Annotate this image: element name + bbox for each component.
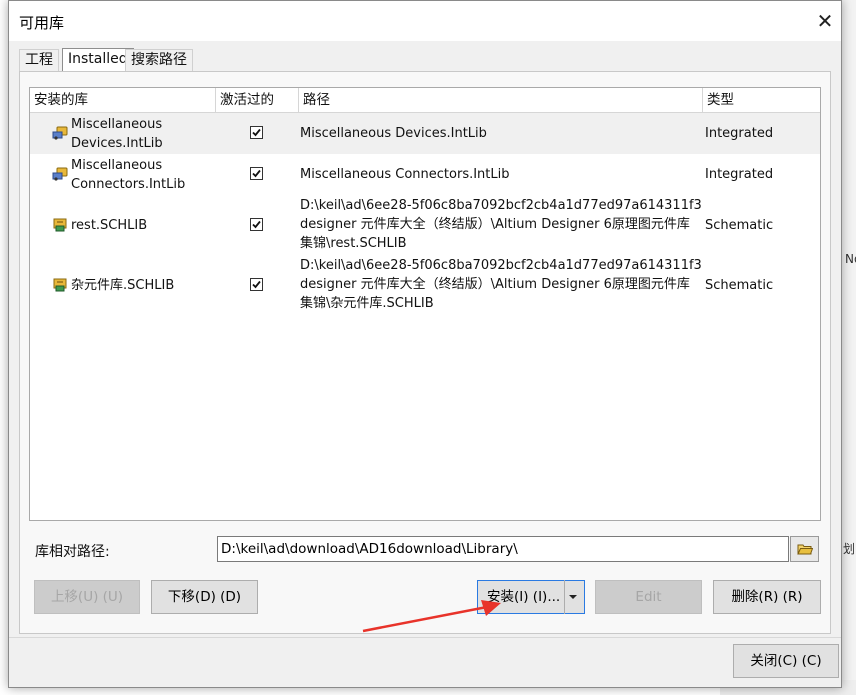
edit-button[interactable]: Edit <box>595 580 702 614</box>
tab-installed[interactable]: Installed <box>62 48 134 72</box>
table-row[interactable]: Miscellaneous Devices.IntLib Miscellaneo… <box>30 113 820 154</box>
footer-divider <box>9 637 841 638</box>
move-up-button[interactable]: 上移(U) (U) <box>34 580 140 614</box>
table-row[interactable]: Miscellaneous Connectors.IntLib Miscella… <box>30 154 820 195</box>
library-path: Miscellaneous Devices.IntLib <box>300 126 487 141</box>
title-bar: 可用库 ✕ <box>9 1 841 41</box>
background-text: 划 <box>843 542 856 556</box>
table-row[interactable]: rest.SCHLIB D:\keil\ad\6ee28-5f06c8ba709… <box>30 195 820 255</box>
library-name: 杂元件库.SCHLIB <box>71 278 175 293</box>
library-name: rest.SCHLIB <box>71 218 148 233</box>
activated-checkbox[interactable] <box>250 167 263 180</box>
background-text: No <box>845 252 856 266</box>
schlib-icon <box>52 277 68 293</box>
column-header-type[interactable]: 类型 <box>703 88 820 112</box>
close-button[interactable]: 关闭(C) (C) <box>733 644 839 678</box>
activated-checkbox[interactable] <box>250 278 263 291</box>
column-header-activated[interactable]: 激活过的 <box>216 88 299 112</box>
schlib-icon <box>52 217 68 233</box>
library-type: Schematic <box>705 278 774 293</box>
move-down-button[interactable]: 下移(D) (D) <box>151 580 258 614</box>
available-libraries-dialog: 可用库 ✕ 工程 Installed 搜索路径 安装的库 激活过的 路径 类型 … <box>8 0 842 688</box>
activated-checkbox[interactable] <box>250 218 263 231</box>
library-path: Miscellaneous Connectors.IntLib <box>300 167 510 182</box>
list-header: 安装的库 激活过的 路径 类型 <box>30 88 820 113</box>
remove-button[interactable]: 删除(R) (R) <box>713 580 821 614</box>
library-name: Miscellaneous Connectors.IntLib <box>71 158 186 192</box>
relative-path-label: 库相对路径: <box>35 544 110 560</box>
background-app-right-edge: No 划 <box>840 0 856 695</box>
library-type: Integrated <box>705 126 774 141</box>
library-name: Miscellaneous Devices.IntLib <box>71 117 163 151</box>
intlib-icon <box>52 166 68 182</box>
table-row[interactable]: 杂元件库.SCHLIB D:\keil\ad\6ee28-5f06c8ba709… <box>30 255 820 315</box>
column-header-library[interactable]: 安装的库 <box>30 88 216 112</box>
folder-open-icon <box>797 542 814 560</box>
library-path: D:\keil\ad\6ee28-5f06c8ba7092bcf2cb4a1d7… <box>300 258 702 311</box>
tab-project[interactable]: 工程 <box>19 49 59 71</box>
library-path: D:\keil\ad\6ee28-5f06c8ba7092bcf2cb4a1d7… <box>300 198 702 251</box>
column-header-path[interactable]: 路径 <box>299 88 703 112</box>
relative-path-input[interactable]: D:\keil\ad\download\AD16download\Library… <box>217 536 789 562</box>
annotation-arrow-icon <box>362 600 501 633</box>
browse-folder-button[interactable] <box>790 536 819 562</box>
chevron-down-icon[interactable] <box>569 595 577 599</box>
close-icon[interactable]: ✕ <box>811 7 839 35</box>
library-type: Integrated <box>705 167 774 182</box>
intlib-icon <box>52 125 68 141</box>
dialog-title: 可用库 <box>19 14 65 32</box>
installed-libraries-list[interactable]: 安装的库 激活过的 路径 类型 Miscellaneous Devices.In… <box>29 87 821 521</box>
tab-search-path[interactable]: 搜索路径 <box>125 49 193 71</box>
install-split-divider <box>564 580 565 614</box>
library-type: Schematic <box>705 218 774 233</box>
activated-checkbox[interactable] <box>250 126 263 139</box>
